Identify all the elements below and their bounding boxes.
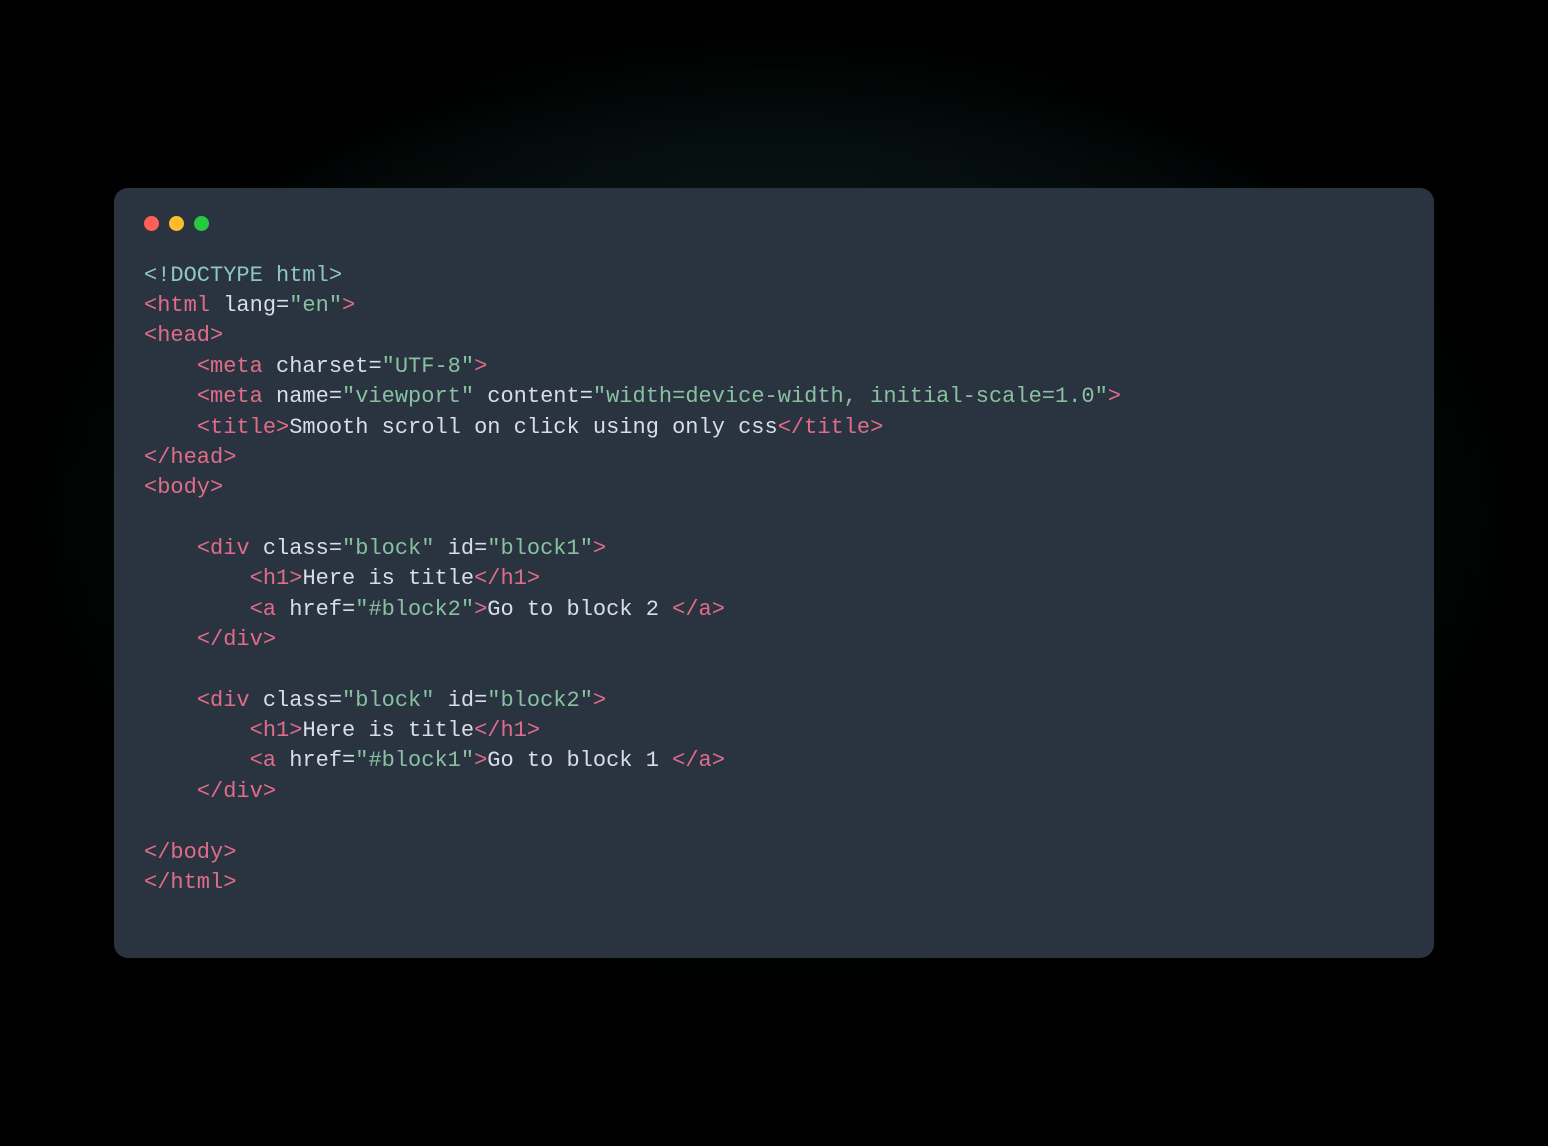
doctype: <!DOCTYPE html> xyxy=(144,263,342,288)
title-text: Smooth scroll on click using only css xyxy=(289,415,777,440)
a1-text: Go to block 2 xyxy=(487,597,672,622)
div2-open: <div xyxy=(197,688,250,713)
a2-open: <a xyxy=(250,748,276,773)
a-close2: </a> xyxy=(672,748,725,773)
h1-open2: <h1> xyxy=(250,718,303,743)
code-window: <!DOCTYPE html> <html lang="en"> <head> … xyxy=(114,188,1434,959)
h1-close2: </h1> xyxy=(474,718,540,743)
meta1: <meta xyxy=(197,354,263,379)
head-open: <head> xyxy=(144,323,223,348)
meta2: <meta xyxy=(197,384,263,409)
body-open: <body> xyxy=(144,475,223,500)
lang-attr: lang xyxy=(223,293,276,318)
close-icon[interactable] xyxy=(144,216,159,231)
head-close: </head> xyxy=(144,445,236,470)
traffic-lights xyxy=(144,216,1404,231)
title-close: </title> xyxy=(778,415,884,440)
maximize-icon[interactable] xyxy=(194,216,209,231)
html-close: </html> xyxy=(144,870,236,895)
h1-text2: Here is title xyxy=(302,718,474,743)
html-tag-open: <html xyxy=(144,293,210,318)
title-open: <title> xyxy=(197,415,289,440)
lang-val: "en" xyxy=(289,293,342,318)
h1-text: Here is title xyxy=(302,566,474,591)
body-close: </body> xyxy=(144,840,236,865)
div-close2: </div> xyxy=(197,779,276,804)
div-close: </div> xyxy=(197,627,276,652)
code-block: <!DOCTYPE html> <html lang="en"> <head> … xyxy=(144,261,1404,899)
h1-close: </h1> xyxy=(474,566,540,591)
h1-open: <h1> xyxy=(250,566,303,591)
a1-open: <a xyxy=(250,597,276,622)
minimize-icon[interactable] xyxy=(169,216,184,231)
div1-open: <div xyxy=(197,536,250,561)
a-close: </a> xyxy=(672,597,725,622)
a2-text: Go to block 1 xyxy=(487,748,672,773)
